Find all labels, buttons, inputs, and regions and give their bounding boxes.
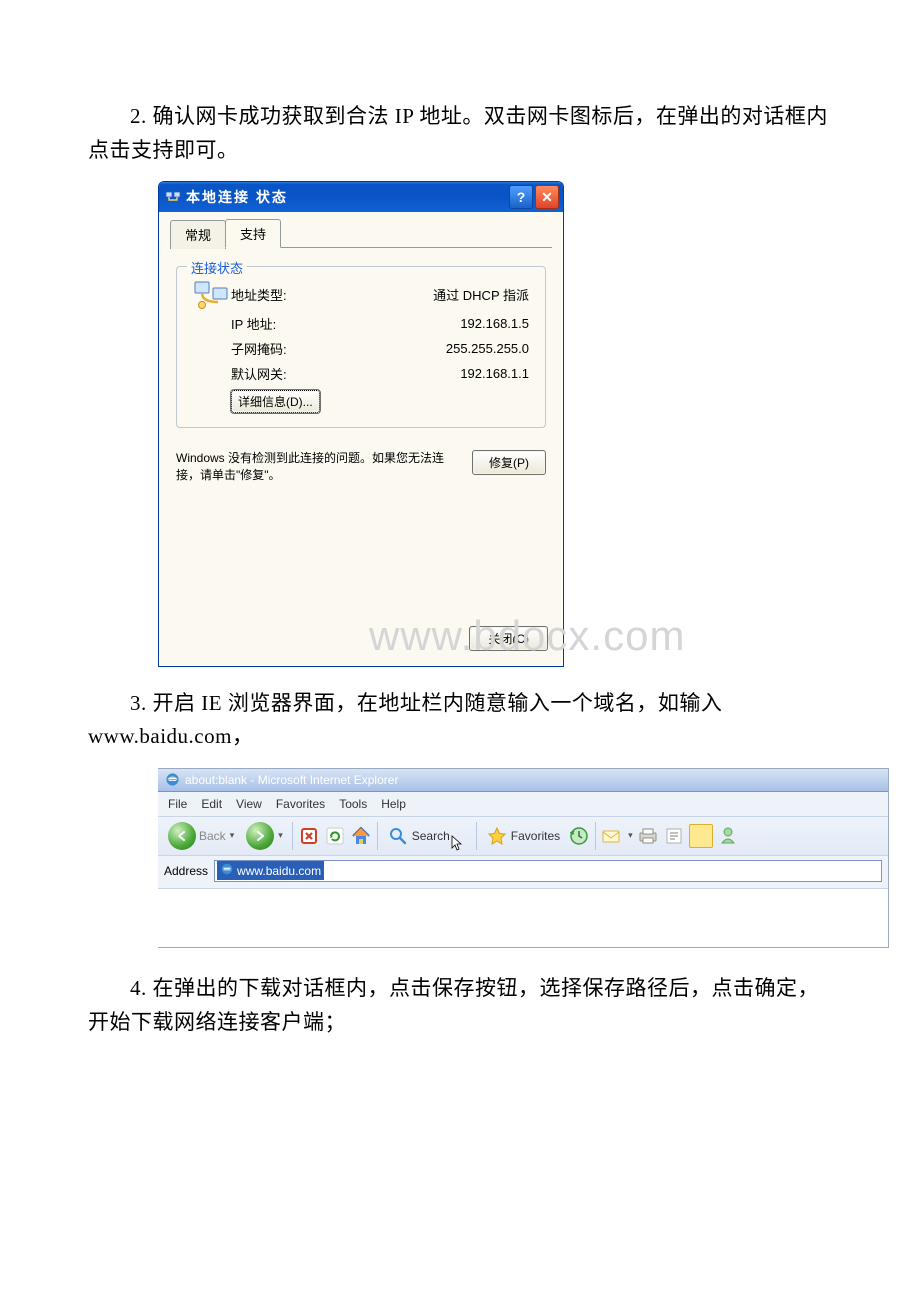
- network-adapter-icon: [193, 280, 225, 308]
- ie-page-icon: [220, 862, 234, 879]
- favorites-label: Favorites: [511, 829, 560, 843]
- mail-icon[interactable]: [601, 825, 623, 847]
- troubleshoot-section: Windows 没有检测到此连接的问题。如果您无法连接，请单击"修复"。 修复(…: [160, 432, 562, 488]
- print-icon[interactable]: [637, 825, 659, 847]
- address-value: www.baidu.com: [237, 864, 321, 878]
- row-gateway: 默认网关: 192.168.1.1: [187, 361, 535, 386]
- ie-content-area: [158, 888, 888, 947]
- menu-edit[interactable]: Edit: [201, 797, 222, 811]
- tab-strip: 常规 支持: [160, 212, 562, 247]
- chevron-down-icon: ▾: [230, 830, 235, 841]
- discuss-icon[interactable]: [689, 824, 713, 848]
- ip-value: 192.168.1.5: [381, 316, 535, 331]
- gateway-value: 192.168.1.1: [381, 366, 535, 381]
- close-button[interactable]: 关闭(C): [469, 626, 548, 651]
- search-label: Search: [412, 829, 450, 843]
- row-address-type: 地址类型: 通过 DHCP 指派: [187, 277, 535, 311]
- chevron-down-icon: ▾: [628, 830, 633, 841]
- ie-titlebar[interactable]: about:blank - Microsoft Internet Explore…: [158, 769, 888, 792]
- ie-title-text: about:blank - Microsoft Internet Explore…: [185, 773, 398, 787]
- paragraph-4: 4. 在弹出的下载对话框内，点击保存按钮，选择保存路径后，点击确定，开始下载网络…: [88, 972, 832, 1039]
- forward-icon: [246, 822, 274, 850]
- home-icon[interactable]: [350, 825, 372, 847]
- menu-file[interactable]: File: [168, 797, 187, 811]
- cursor-icon: [451, 835, 465, 853]
- address-input[interactable]: www.baidu.com: [214, 860, 882, 882]
- group-label: 连接状态: [187, 258, 247, 277]
- help-button[interactable]: ?: [509, 185, 533, 209]
- tab-support[interactable]: 支持: [225, 219, 281, 248]
- ip-label: IP 地址:: [231, 314, 381, 333]
- stop-icon[interactable]: [298, 825, 320, 847]
- chevron-down-icon: ▾: [278, 830, 283, 841]
- close-icon[interactable]: ✕: [535, 185, 559, 209]
- forward-button[interactable]: ▾: [242, 821, 287, 851]
- messenger-icon[interactable]: [717, 825, 739, 847]
- ie-address-bar: Address www.baidu.com: [158, 856, 888, 888]
- search-button[interactable]: Search: [383, 821, 471, 851]
- refresh-icon[interactable]: [324, 825, 346, 847]
- address-label: Address: [164, 864, 208, 878]
- back-button[interactable]: Back ▾: [164, 821, 238, 851]
- menu-help[interactable]: Help: [381, 797, 406, 811]
- ie-toolbar: Back ▾ ▾: [158, 817, 888, 856]
- edit-icon[interactable]: [663, 825, 685, 847]
- row-mask: 子网掩码: 255.255.255.0: [187, 336, 535, 361]
- favorites-button[interactable]: Favorites: [482, 821, 564, 851]
- repair-button[interactable]: 修复(P): [472, 450, 546, 475]
- star-icon: [486, 825, 508, 847]
- dialog-titlebar[interactable]: 本地连接 状态 ? ✕: [159, 182, 563, 212]
- menu-favorites[interactable]: Favorites: [276, 797, 325, 811]
- back-icon: [168, 822, 196, 850]
- troubleshoot-text: Windows 没有检测到此连接的问题。如果您无法连接，请单击"修复"。: [176, 450, 458, 484]
- address-type-value: 通过 DHCP 指派: [381, 285, 535, 304]
- subnet-mask-label: 子网掩码:: [231, 339, 381, 358]
- connection-status-group: 连接状态 地址类型:: [176, 266, 546, 428]
- history-icon[interactable]: [568, 825, 590, 847]
- search-icon: [387, 825, 409, 847]
- dialog-title: 本地连接 状态: [186, 187, 509, 207]
- network-icon: [165, 189, 181, 205]
- details-button[interactable]: 详细信息(D)...: [231, 390, 320, 413]
- local-connection-status-dialog: 本地连接 状态 ? ✕ 常规 支持 连接状态: [158, 181, 564, 667]
- subnet-mask-value: 255.255.255.0: [381, 341, 535, 356]
- ie-menubar: File Edit View Favorites Tools Help: [158, 792, 888, 817]
- back-label: Back: [199, 829, 226, 843]
- ie-logo-icon: [164, 772, 180, 788]
- paragraph-2: 2. 确认网卡成功获取到合法 IP 地址。双击网卡图标后，在弹出的对话框内点击支…: [88, 100, 832, 167]
- tab-general[interactable]: 常规: [170, 220, 226, 249]
- gateway-label: 默认网关:: [231, 364, 381, 383]
- menu-view[interactable]: View: [236, 797, 262, 811]
- paragraph-3: 3. 开启 IE 浏览器界面，在地址栏内随意输入一个域名，如输入www.baid…: [88, 687, 832, 754]
- row-ip: IP 地址: 192.168.1.5: [187, 311, 535, 336]
- address-type-label: 地址类型:: [231, 285, 381, 304]
- ie-browser-window: about:blank - Microsoft Internet Explore…: [158, 768, 889, 948]
- menu-tools[interactable]: Tools: [339, 797, 367, 811]
